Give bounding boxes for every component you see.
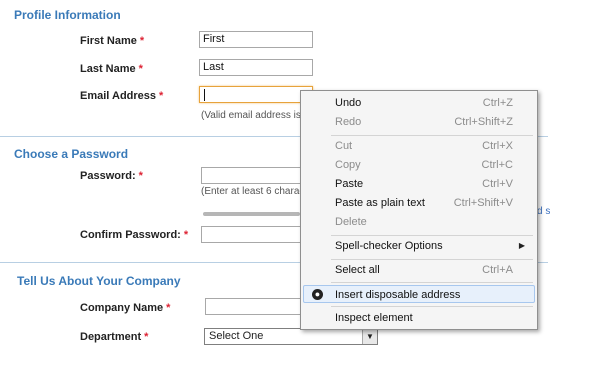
password-label-text: Password: — [80, 170, 136, 182]
menu-separator — [331, 235, 533, 236]
company-name-label: Company Name * — [80, 302, 170, 314]
menu-item-delete[interactable]: Delete — [303, 213, 535, 231]
menu-item-spell-checker-options[interactable]: Spell-checker Options ▶ — [303, 237, 535, 255]
menu-item-label: Redo — [335, 116, 362, 128]
email-hint: (Valid email address is r — [201, 110, 301, 121]
confirm-password-label: Confirm Password: * — [80, 229, 188, 241]
required-marker: * — [159, 90, 164, 102]
profile-section-title: Profile Information — [14, 8, 121, 22]
menu-item-paste[interactable]: Paste Ctrl+V — [303, 175, 535, 193]
department-select[interactable]: Select One ▼ — [204, 328, 378, 345]
password-input[interactable] — [201, 167, 309, 184]
menu-item-label: Insert disposable address — [335, 289, 461, 301]
password-strength-bar — [203, 212, 300, 216]
menu-item-redo[interactable]: Redo Ctrl+Shift+Z — [303, 113, 535, 131]
menu-item-shortcut: Ctrl+C — [481, 159, 513, 171]
first-name-input[interactable]: First — [199, 31, 313, 48]
submenu-arrow-icon: ▶ — [518, 241, 525, 250]
menu-item-label: Paste — [335, 178, 364, 190]
company-name-label-text: Company Name — [80, 302, 164, 314]
first-name-label: First Name * — [80, 35, 144, 47]
menu-item-shortcut: Ctrl+X — [482, 140, 513, 152]
menu-item-label: Select all — [335, 264, 380, 276]
dropdown-arrow-icon[interactable]: ▼ — [362, 329, 377, 344]
department-selected-value: Select One — [209, 330, 264, 342]
menu-item-label: Delete — [335, 216, 367, 228]
menu-item-shortcut: Ctrl+V — [482, 178, 513, 190]
password-section-title: Choose a Password — [14, 147, 129, 161]
email-input[interactable] — [199, 86, 313, 103]
department-label-text: Department — [80, 331, 142, 343]
required-marker: * — [166, 302, 171, 314]
first-name-label-text: First Name — [80, 35, 137, 47]
menu-item-insert-disposable-address[interactable]: ● Insert disposable address — [303, 285, 535, 303]
menu-item-shortcut: Ctrl+Z — [482, 97, 513, 109]
menu-separator — [331, 306, 533, 307]
required-marker: * — [139, 35, 145, 47]
company-section-title: Tell Us About Your Company — [17, 274, 181, 288]
menu-item-shortcut: Ctrl+Shift+V — [453, 197, 513, 209]
email-label-text: Email Address — [80, 90, 157, 102]
confirm-password-input[interactable] — [201, 226, 309, 243]
menu-item-label: Undo — [335, 97, 362, 109]
menu-item-undo[interactable]: Undo Ctrl+Z — [303, 94, 535, 112]
password-label: Password: * — [80, 170, 143, 182]
menu-item-shortcut: Ctrl+A — [482, 264, 513, 276]
department-label: Department * — [80, 331, 148, 343]
menu-item-inspect-element[interactable]: Inspect element — [303, 309, 535, 327]
confirm-password-label-text: Confirm Password: — [80, 229, 181, 241]
last-name-label: Last Name * — [80, 63, 143, 75]
password-hint: (Enter at least 6 charact — [201, 186, 301, 197]
menu-item-paste-plain-text[interactable]: Paste as plain text Ctrl+Shift+V — [303, 194, 535, 212]
disposable-email-icon: ● — [312, 289, 323, 300]
menu-item-label: Inspect element — [335, 312, 413, 324]
required-marker: * — [138, 170, 143, 182]
required-marker: * — [144, 331, 149, 343]
menu-item-select-all[interactable]: Select all Ctrl+A — [303, 261, 535, 279]
text-caret — [204, 89, 205, 101]
menu-item-copy[interactable]: Copy Ctrl+C — [303, 156, 535, 174]
menu-item-label: Copy — [335, 159, 361, 171]
required-marker: * — [138, 63, 143, 75]
menu-separator — [331, 135, 533, 136]
menu-item-label: Cut — [335, 140, 353, 152]
company-name-input[interactable] — [205, 298, 307, 315]
email-label: Email Address * — [80, 90, 163, 102]
last-name-label-text: Last Name — [80, 63, 136, 75]
menu-item-shortcut: Ctrl+Shift+Z — [454, 116, 513, 128]
menu-item-label: Spell-checker Options — [335, 240, 443, 252]
required-marker: * — [183, 229, 189, 241]
menu-item-label: Paste as plain text — [335, 197, 425, 209]
context-menu: Undo Ctrl+Z Redo Ctrl+Shift+Z Cut Ctrl+X… — [300, 90, 538, 330]
menu-item-cut[interactable]: Cut Ctrl+X — [303, 137, 535, 155]
last-name-input[interactable]: Last — [199, 59, 313, 76]
menu-separator — [331, 259, 533, 260]
menu-separator — [331, 282, 533, 283]
side-link-fragment[interactable]: d s — [537, 206, 550, 217]
